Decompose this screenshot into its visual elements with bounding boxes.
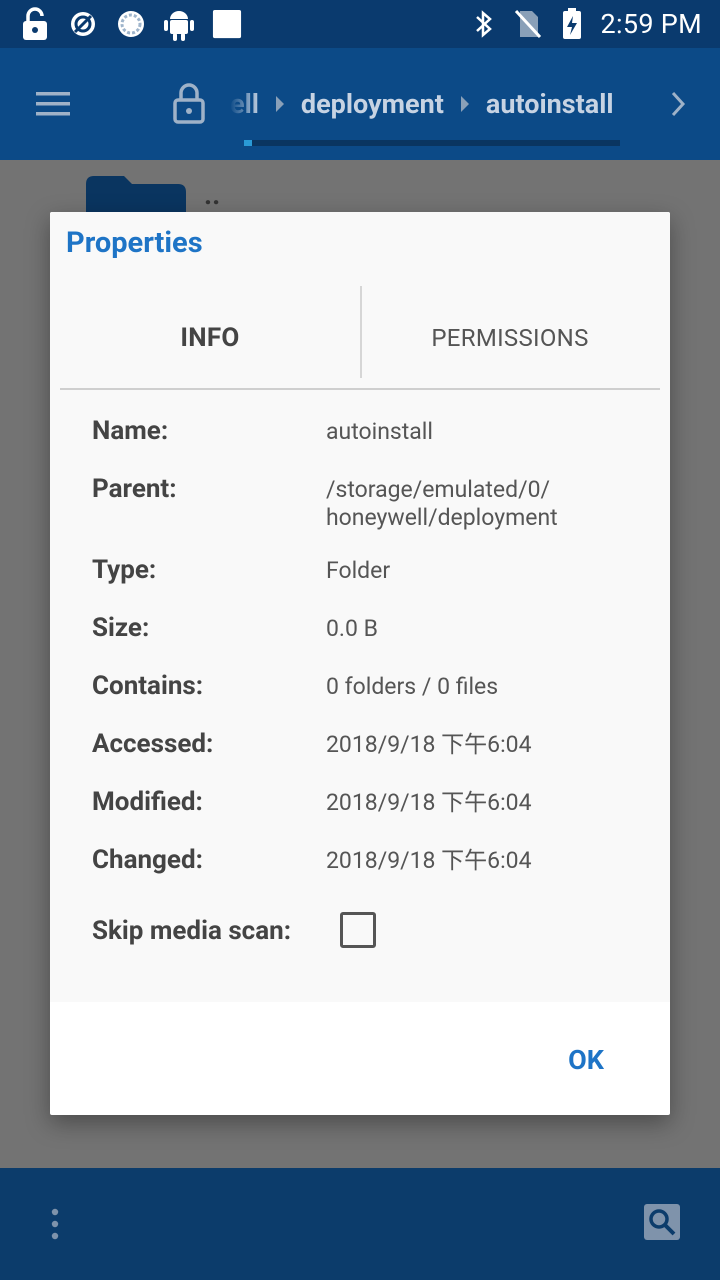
unlock-icon	[20, 7, 50, 40]
dialog-content: Properties INFO PERMISSIONS Name: autoin…	[50, 212, 670, 1002]
sync-icon	[116, 9, 146, 39]
tab-info[interactable]: INFO	[60, 286, 360, 390]
no-sim-icon	[513, 9, 543, 39]
name-label: Name:	[92, 416, 169, 446]
breadcrumb-scroll-thumb	[244, 140, 252, 146]
name-value: autoinstall	[326, 418, 433, 445]
parent-value-line: /storage/emulated/0/	[326, 476, 550, 503]
type-value: Folder	[326, 557, 391, 584]
accessed-label: Accessed:	[92, 729, 214, 759]
dialog-title: Properties	[66, 226, 203, 260]
menu-icon[interactable]	[30, 84, 82, 124]
breadcrumb-item[interactable]: autoinstall	[486, 88, 614, 120]
data-saver-icon	[68, 9, 98, 39]
parent-label: Parent:	[92, 474, 177, 504]
android-icon	[164, 9, 194, 41]
size-value: 0.0 B	[326, 615, 378, 642]
status-bar-time: 2:59 PM	[600, 8, 702, 40]
status-bar-right-icons: 2:59 PM	[469, 6, 702, 42]
breadcrumb-item[interactable]: deployment	[301, 88, 444, 120]
tab-underline	[60, 388, 660, 390]
search-icon[interactable]	[644, 1204, 684, 1244]
chevron-right-icon	[275, 96, 284, 112]
modified-label: Modified:	[92, 787, 203, 817]
square-icon	[212, 9, 242, 39]
contains-label: Contains:	[92, 671, 204, 701]
changed-label: Changed:	[92, 845, 203, 875]
chevron-right-icon[interactable]	[664, 84, 694, 124]
contains-value: 0 folders / 0 files	[326, 673, 499, 700]
skip-media-scan-checkbox[interactable]	[340, 912, 376, 948]
chevron-right-icon	[460, 96, 469, 112]
modified-value: 2018/9/18 下午6:04	[326, 789, 532, 816]
bluetooth-icon	[469, 9, 499, 39]
tab-bar: INFO PERMISSIONS	[60, 286, 660, 390]
parent-value: /storage/emulated/0/ honeywell/deploymen…	[326, 476, 646, 532]
ok-button[interactable]: OK	[546, 1034, 626, 1086]
size-label: Size:	[92, 613, 150, 643]
status-bar: 2:59 PM	[0, 0, 720, 48]
bottom-bar	[0, 1168, 720, 1280]
type-label: Type:	[92, 555, 157, 585]
lock-icon[interactable]	[172, 82, 212, 126]
changed-value: 2018/9/18 下午6:04	[326, 847, 532, 874]
breadcrumb-fade	[230, 84, 260, 124]
parent-value-line: honeywell/deployment	[326, 504, 558, 531]
status-bar-left-icons	[20, 6, 242, 42]
battery-charging-icon	[557, 8, 587, 39]
skip-media-scan-label: Skip media scan:	[92, 916, 292, 946]
tab-permissions[interactable]: PERMISSIONS	[360, 286, 660, 390]
parent-folder-label: ..	[204, 178, 221, 211]
breadcrumb: ell deployment autoinstall	[230, 84, 630, 124]
properties-dialog: Properties INFO PERMISSIONS Name: autoin…	[50, 212, 670, 1115]
more-vert-icon[interactable]	[40, 1204, 70, 1244]
breadcrumb-scrollbar	[244, 140, 620, 146]
accessed-value: 2018/9/18 下午6:04	[326, 731, 532, 758]
